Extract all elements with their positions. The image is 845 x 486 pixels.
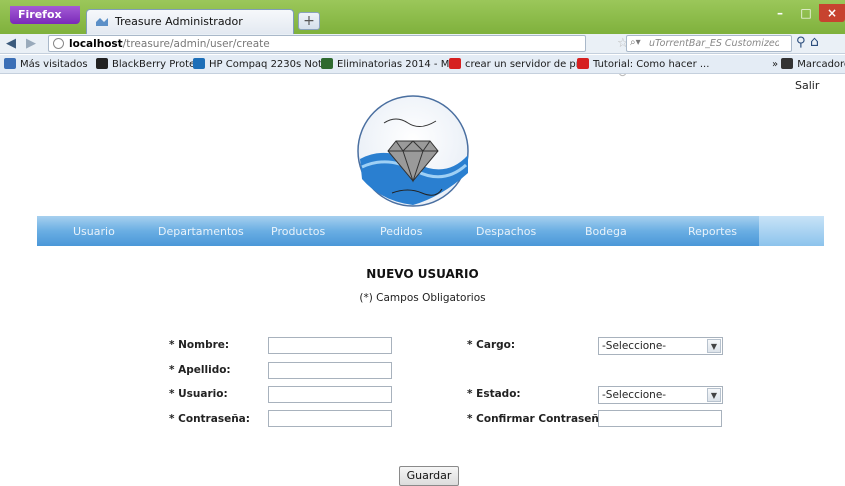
url-host: localhost — [69, 38, 123, 50]
home-icon[interactable]: ⌂ — [810, 34, 819, 50]
browser-tab[interactable]: Treasure Administrador — [86, 9, 294, 34]
search-input[interactable]: ⌕▾ uTorrentBar_ES Customized V — [626, 35, 792, 52]
menu-item-despachos[interactable]: Despachos — [476, 225, 536, 238]
bookmark-item[interactable]: HP Compaq 2230s Not... — [193, 58, 331, 70]
bookmark-icon — [4, 58, 16, 69]
bookmark-item[interactable]: BlackBerry Protect — [96, 58, 205, 70]
url-text: localhost/treasure/admin/user/create — [69, 38, 270, 50]
bookmark-item[interactable]: Eliminatorias 2014 - M... — [321, 58, 459, 70]
minimize-button[interactable]: – — [767, 4, 793, 22]
search-icon[interactable]: ⚲ — [796, 35, 806, 50]
chevron-down-icon[interactable]: ▼ — [707, 339, 721, 353]
url-bar[interactable]: localhost/treasure/admin/user/create ☆ ▿… — [48, 35, 629, 81]
bookmark-icon — [193, 58, 205, 69]
chevron-down-icon[interactable]: ▼ — [707, 388, 721, 402]
new-tab-button[interactable]: + — [298, 12, 320, 30]
tab-favicon-icon — [96, 18, 108, 26]
cargo-select[interactable]: -Seleccione- ▼ — [598, 337, 723, 355]
bookmark-item[interactable]: Tutorial: Como hacer ... — [577, 58, 709, 70]
site-identity-icon[interactable] — [53, 38, 64, 49]
guardar-button[interactable]: Guardar — [399, 466, 459, 486]
estado-select-value: -Seleccione- — [602, 389, 667, 401]
cargo-label: * Cargo: — [467, 339, 516, 351]
navigation-bar: ◀ ▶ localhost/treasure/admin/user/create… — [0, 34, 845, 81]
search-placeholder: uTorrentBar_ES Customized V — [649, 38, 779, 49]
cargo-select-value: -Seleccione- — [602, 340, 667, 352]
bookmarks-bar: Más visitados BlackBerry Protect HP Comp… — [0, 55, 845, 74]
confirmar-contrasena-input[interactable] — [598, 410, 722, 427]
contrasena-input[interactable] — [268, 410, 392, 427]
bookmark-icon — [96, 58, 108, 69]
menu-item-pedidos[interactable]: Pedidos — [380, 225, 423, 238]
forward-icon[interactable]: ▶ — [26, 36, 36, 51]
menu-item-reportes[interactable]: Reportes — [688, 225, 737, 238]
form-subtitle: (*) Campos Obligatorios — [359, 292, 486, 304]
bookmarks-menu[interactable]: » Marcadores — [772, 58, 845, 70]
form-title: NUEVO USUARIO — [366, 267, 479, 281]
apellido-label: * Apellido: — [169, 364, 231, 376]
usuario-input[interactable] — [268, 386, 392, 403]
firefox-menu-button[interactable]: Firefox — [10, 6, 80, 24]
maximize-button[interactable]: □ — [793, 4, 819, 22]
treasure-logo — [357, 95, 469, 207]
youtube-icon — [449, 58, 461, 69]
search-engine-icon[interactable]: ⌕▾ — [630, 37, 641, 48]
back-icon[interactable]: ◀ — [6, 36, 16, 51]
estado-label: * Estado: — [467, 388, 521, 400]
contrasena-label: * Contraseña: — [169, 413, 250, 425]
menu-item-departamentos[interactable]: Departamentos — [158, 225, 244, 238]
bookmarks-folder-icon — [781, 58, 794, 69]
tab-title: Treasure Administrador — [115, 15, 243, 28]
menu-item-usuario[interactable]: Usuario — [73, 225, 115, 238]
menu-item-active[interactable] — [759, 216, 824, 246]
confirmar-label: * Confirmar Contraseña: — [467, 413, 611, 425]
apellido-input[interactable] — [268, 362, 392, 379]
nombre-label: * Nombre: — [169, 339, 230, 351]
menu-item-productos[interactable]: Productos — [271, 225, 325, 238]
usuario-label: * Usuario: — [169, 388, 228, 400]
nombre-input[interactable] — [268, 337, 392, 354]
bookmark-icon — [321, 58, 333, 69]
bookmark-item[interactable]: Más visitados — [4, 58, 88, 70]
menu-item-bodega[interactable]: Bodega — [585, 225, 627, 238]
bookmark-item[interactable]: crear un servidor de pr... — [449, 58, 589, 70]
logout-link[interactable]: Salir — [795, 79, 819, 92]
main-menu: Usuario Departamentos Productos Pedidos … — [37, 216, 824, 246]
browser-titlebar: Firefox Treasure Administrador + – □ × — [0, 0, 845, 34]
youtube-icon — [577, 58, 589, 69]
estado-select[interactable]: -Seleccione- ▼ — [598, 386, 723, 404]
close-button[interactable]: × — [819, 4, 845, 22]
url-path: /treasure/admin/user/create — [122, 38, 270, 50]
